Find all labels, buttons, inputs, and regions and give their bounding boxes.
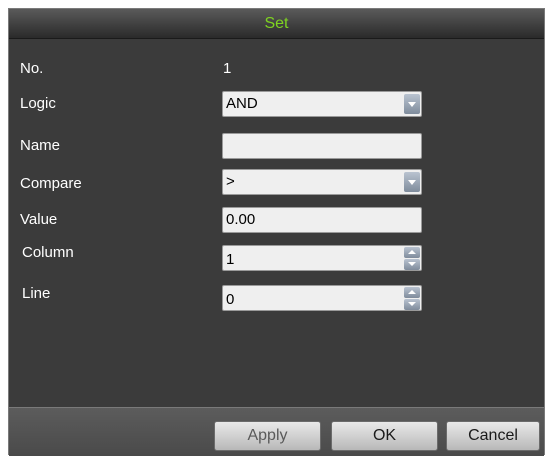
increment-icon[interactable] — [404, 247, 420, 258]
set-dialog: Set No. 1 Logic AND Name Compare > Value… — [8, 8, 545, 456]
column-stepper[interactable]: 1 — [222, 245, 422, 271]
chevron-down-icon[interactable] — [404, 94, 420, 114]
decrement-icon[interactable] — [404, 259, 420, 270]
name-input[interactable] — [222, 133, 422, 159]
button-bar: Apply OK Cancel — [9, 407, 544, 456]
line-stepper[interactable]: 0 — [222, 285, 422, 311]
line-label: Line — [22, 285, 51, 302]
increment-icon[interactable] — [404, 287, 420, 298]
ok-button[interactable]: OK — [331, 421, 438, 451]
apply-button[interactable]: Apply — [214, 421, 321, 451]
column-value: 1 — [226, 251, 235, 268]
value-input[interactable]: 0.00 — [222, 207, 422, 233]
line-value: 0 — [226, 291, 235, 308]
column-label: Column — [22, 244, 74, 261]
logic-label: Logic — [20, 95, 56, 112]
value-label: Value — [20, 211, 58, 228]
cancel-button[interactable]: Cancel — [446, 421, 540, 451]
name-label: Name — [20, 137, 61, 154]
no-value: 1 — [223, 60, 232, 77]
dialog-title: Set — [9, 9, 544, 39]
chevron-down-icon[interactable] — [404, 172, 420, 192]
compare-label: Compare — [20, 175, 82, 192]
logic-selected-value: AND — [226, 95, 258, 112]
compare-dropdown[interactable]: > — [222, 169, 422, 195]
decrement-icon[interactable] — [404, 299, 420, 310]
compare-selected-value: > — [226, 173, 235, 190]
no-label: No. — [20, 60, 44, 77]
logic-dropdown[interactable]: AND — [222, 91, 422, 117]
